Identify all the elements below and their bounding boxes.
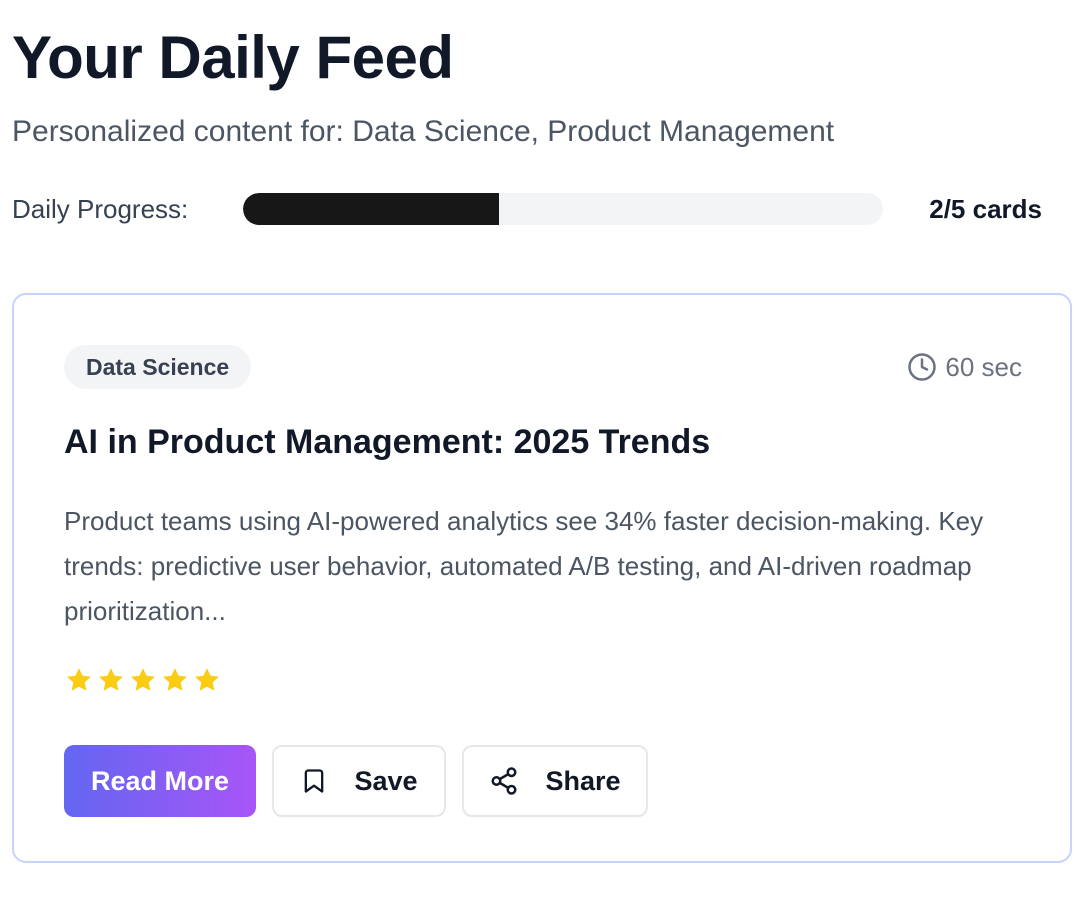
read-more-button[interactable]: Read More — [64, 745, 256, 817]
star-icon — [192, 665, 222, 695]
share-button[interactable]: Share — [462, 745, 648, 817]
star-icon — [128, 665, 158, 695]
daily-feed-page: Your Daily Feed Personalized content for… — [0, 0, 1088, 912]
progress-count: 2/5 cards — [929, 194, 1042, 224]
page-title: Your Daily Feed — [12, 24, 454, 91]
category-tag: Data Science — [64, 345, 252, 389]
share-button-label: Share — [545, 765, 621, 796]
card-actions: Read More Save Share — [64, 745, 648, 817]
bookmark-icon — [300, 767, 328, 795]
progress-bar-fill — [243, 193, 499, 225]
save-button-label: Save — [354, 765, 418, 796]
feed-card: Data Science 60 sec AI in Product Manage… — [12, 293, 1072, 863]
save-button[interactable]: Save — [272, 745, 446, 817]
progress-label: Daily Progress: — [12, 194, 189, 224]
star-icon — [96, 665, 126, 695]
read-time: 60 sec — [907, 347, 1022, 387]
page-subtitle: Personalized content for: Data Science, … — [12, 115, 835, 148]
progress-bar — [243, 193, 883, 225]
star-rating — [64, 665, 222, 695]
star-icon — [64, 665, 94, 695]
read-time-label: 60 sec — [945, 351, 1022, 382]
share-icon — [489, 766, 519, 796]
card-summary: Product teams using AI-powered analytics… — [64, 506, 984, 626]
star-icon — [160, 665, 190, 695]
card-title: AI in Product Management: 2025 Trends — [64, 423, 711, 461]
clock-icon — [907, 352, 937, 382]
